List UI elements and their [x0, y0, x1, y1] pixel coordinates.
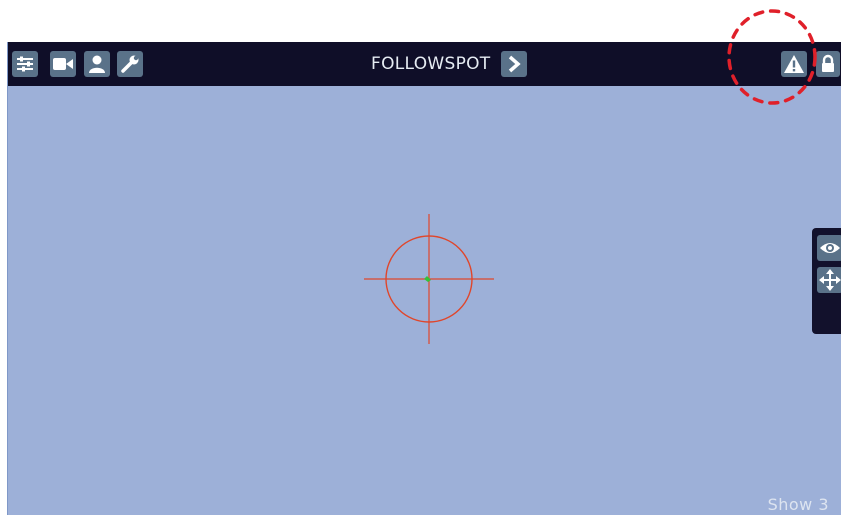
target-marker [424, 276, 431, 282]
move-button[interactable] [817, 267, 841, 293]
eye-icon [820, 243, 840, 253]
crosshair-target[interactable] [8, 42, 841, 515]
move-arrows-icon [819, 269, 841, 291]
annotation-circle [727, 9, 817, 105]
visibility-button[interactable] [817, 235, 841, 261]
followspot-app: FOLLOWSPOT Show 3 [7, 42, 841, 515]
show-label: Show 3 [767, 495, 829, 514]
side-panel [812, 228, 841, 334]
